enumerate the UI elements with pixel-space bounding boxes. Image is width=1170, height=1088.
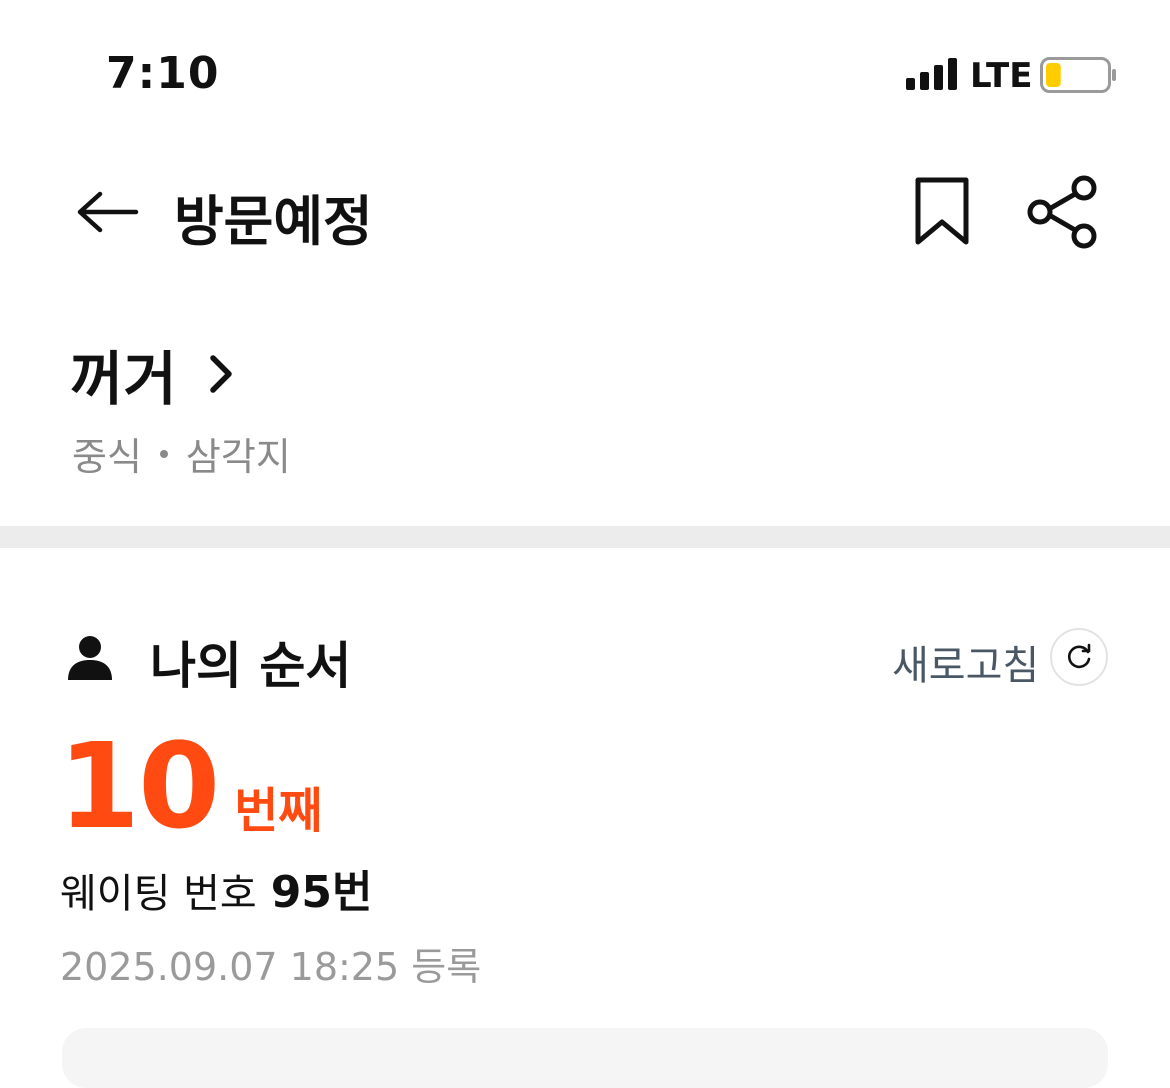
bookmark-icon[interactable] — [910, 176, 974, 248]
waiting-number-label: 웨이팅 번호 — [60, 871, 257, 917]
store-link[interactable]: 꺼거 — [70, 336, 239, 413]
share-icon[interactable] — [1024, 172, 1104, 252]
status-time: 7:10 — [106, 48, 220, 99]
store-category: 중식 — [72, 435, 142, 479]
store-meta: 중식 삼각지 — [72, 426, 291, 481]
queue-position-number: 10 — [58, 717, 220, 855]
refresh-button[interactable] — [1050, 628, 1108, 686]
person-icon — [68, 636, 112, 680]
info-card — [62, 1028, 1108, 1088]
store-name: 꺼거 — [70, 345, 177, 413]
chevron-right-icon — [209, 355, 232, 393]
section-divider — [0, 526, 1170, 548]
store-location: 삼각지 — [185, 435, 291, 479]
signal-strength-icon — [906, 58, 957, 90]
queue-position: 10 번째 — [58, 726, 323, 846]
registered-timestamp: 2025.09.07 18:25 등록 — [60, 945, 482, 989]
refresh-label[interactable]: 새로고침 — [892, 633, 1039, 691]
waiting-number-row: 웨이팅 번호 95번 — [60, 856, 372, 920]
queue-position-suffix: 번째 — [234, 783, 323, 839]
my-order-title: 나의 순서 — [150, 637, 352, 695]
waiting-number: 95번 — [270, 867, 373, 918]
back-button[interactable] — [70, 180, 144, 244]
refresh-icon — [1068, 643, 1091, 669]
page-title: 방문예정 — [174, 190, 373, 253]
separator-dot — [159, 449, 168, 458]
battery-icon — [1040, 57, 1116, 93]
network-type: LTE — [970, 56, 1033, 96]
